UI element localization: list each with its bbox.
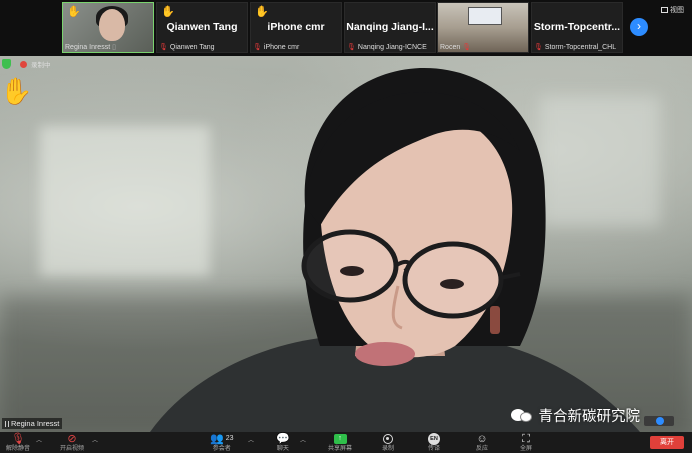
participants-icon: 👥: [210, 433, 224, 445]
participant-tile[interactable]: ✋ Qianwen Tang 🎙 Qianwen Tang: [156, 2, 248, 53]
muted-microphone-icon: 🎙: [11, 433, 25, 445]
grid-view-icon: [661, 7, 668, 13]
reactions-button[interactable]: ☺ 反应: [476, 433, 488, 453]
signal-icon: [5, 420, 9, 427]
raise-hand-icon: ✋: [255, 6, 269, 18]
participants-options-caret[interactable]: ︿: [248, 435, 254, 444]
participant-name-label: 🎙 Qianwen Tang: [159, 43, 215, 52]
unmute-button[interactable]: 🎙 解除静音: [6, 433, 30, 453]
muted-mic-icon: 🎙: [462, 44, 472, 51]
gallery-strip: ✋ Regina Inresst ▯ ✋ Qianwen Tang 🎙 Qianw…: [0, 0, 692, 56]
participant-tile[interactable]: Rocen 🎙: [437, 2, 529, 53]
participant-display-name: iPhone cmr: [267, 21, 325, 33]
start-video-button[interactable]: ⊘ 开启视频: [60, 433, 84, 453]
participant-display-name: Storm-Topcentr...: [533, 21, 621, 33]
muted-mic-icon: 🎙: [159, 44, 168, 51]
share-screen-icon: ↑: [333, 434, 347, 444]
participant-tile[interactable]: ✋ iPhone cmr 🎙 iPhone cmr: [250, 2, 342, 53]
participant-tile[interactable]: ✋ Regina Inresst ▯: [62, 2, 154, 53]
participant-tile[interactable]: Storm-Topcentr... 🎙 Storm-Topcentral_CHL: [531, 2, 623, 53]
interpretation-button[interactable]: EN 传译: [428, 433, 440, 453]
chat-icon: 💬: [276, 433, 290, 445]
participant-name-label: 🎙 Nanqing Jiang-ICNCE: [347, 43, 427, 52]
participant-name-label: Regina Inresst ▯: [65, 43, 116, 52]
muted-mic-icon: 🎙: [253, 44, 262, 51]
leave-button[interactable]: 离开: [650, 436, 684, 449]
muted-mic-icon: 🎙: [534, 44, 543, 51]
chat-button[interactable]: 💬 聊天: [276, 433, 290, 453]
participants-button[interactable]: 👥 23 参会者: [210, 433, 234, 453]
security-shield-icon[interactable]: [2, 59, 11, 69]
video-options-caret[interactable]: ︿: [92, 435, 98, 444]
share-screen-button[interactable]: ↑ 共享屏幕: [328, 433, 352, 453]
participant-name-label: Rocen 🎙: [440, 43, 472, 52]
fullscreen-button[interactable]: ⛶ 全屏: [520, 433, 532, 453]
participant-name-label: 🎙 iPhone cmr: [253, 43, 300, 52]
smiley-plus-icon: ☺: [476, 433, 488, 445]
speaker-name-label: Regina Inresst: [2, 418, 63, 429]
audio-options-caret[interactable]: ︿: [36, 435, 42, 444]
recording-status: 录制中: [31, 62, 51, 69]
watermark: 青合新碳研究院: [510, 405, 640, 426]
muted-mic-icon: 🎙: [347, 44, 356, 51]
participant-name-label: 🎙 Storm-Topcentral_CHL: [534, 43, 617, 52]
participants-count: 23: [225, 435, 234, 442]
language-icon: EN: [428, 433, 440, 445]
raise-hand-icon: ✋: [0, 76, 33, 106]
view-switch-button[interactable]: 视图: [661, 5, 684, 15]
interpretation-mini-control[interactable]: [644, 416, 674, 426]
raise-hand-icon: ✋: [161, 6, 175, 18]
participant-display-name: Nanqing Jiang-I...: [346, 21, 434, 33]
participant-display-name: Qianwen Tang: [166, 21, 238, 33]
next-page-button[interactable]: ›: [630, 18, 648, 36]
record-icon: [383, 434, 393, 444]
meeting-window: ✋ Regina Inresst ▯ ✋ Qianwen Tang 🎙 Qianw…: [0, 0, 692, 453]
speaker-person: [150, 67, 640, 432]
record-button[interactable]: 录制: [382, 433, 394, 453]
chat-options-caret[interactable]: ︿: [300, 435, 306, 444]
meeting-status-bar: 录制中: [2, 59, 51, 69]
meeting-toolbar: 🎙 解除静音 ︿ ⊘ 开启视频 ︿ 👥 23 参会者 ︿ 💬 聊天 ︿ ↑ 共享…: [0, 432, 692, 453]
active-speaker-video: 录制中 ✋ Regina Inresst 青合新碳研究院: [0, 56, 692, 432]
raise-hand-icon: ✋: [67, 6, 81, 18]
participant-tile[interactable]: Nanqing Jiang-I... 🎙 Nanqing Jiang-ICNCE: [344, 2, 436, 53]
fullscreen-icon: ⛶: [522, 433, 530, 445]
wechat-logo-icon: [510, 407, 533, 425]
video-off-icon: ⊘: [67, 433, 77, 445]
recording-icon: [20, 60, 27, 68]
